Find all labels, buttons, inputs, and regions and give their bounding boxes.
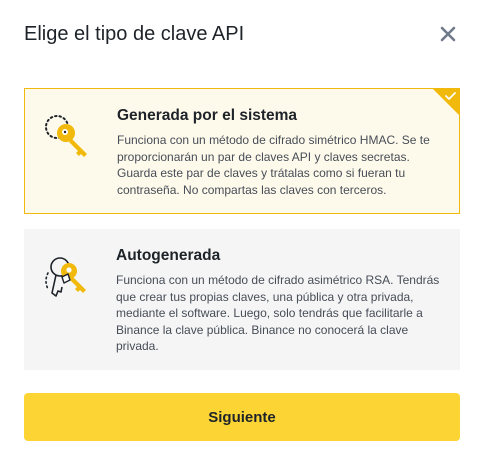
option-description: Funciona con un método de cifrado asimét… (116, 273, 440, 353)
dialog-title: Elige el tipo de clave API (24, 23, 245, 45)
option-title: Generada por el sistema (117, 107, 298, 124)
option-description: Funciona con un método de cifrado simétr… (117, 133, 430, 197)
option-title: Autogenerada (116, 247, 221, 264)
option-system-generated[interactable]: Generada por el sistema Funciona con un … (24, 88, 460, 214)
system-key-icon (45, 115, 87, 157)
next-button[interactable]: Siguiente (24, 393, 460, 441)
option-self-generated-body: Autogenerada Funciona con un método de c… (116, 246, 446, 355)
dialog-header: Elige el tipo de clave API (24, 20, 460, 48)
self-generated-keys-icon (45, 257, 86, 297)
api-key-type-dialog: Elige el tipo de clave API Generada por … (0, 0, 484, 455)
selected-check-icon (432, 88, 460, 116)
option-self-generated[interactable]: Autogenerada Funciona con un método de c… (24, 229, 460, 370)
option-system-generated-body: Generada por el sistema Funciona con un … (117, 106, 445, 198)
close-button[interactable] (436, 22, 460, 46)
close-icon (440, 26, 456, 42)
